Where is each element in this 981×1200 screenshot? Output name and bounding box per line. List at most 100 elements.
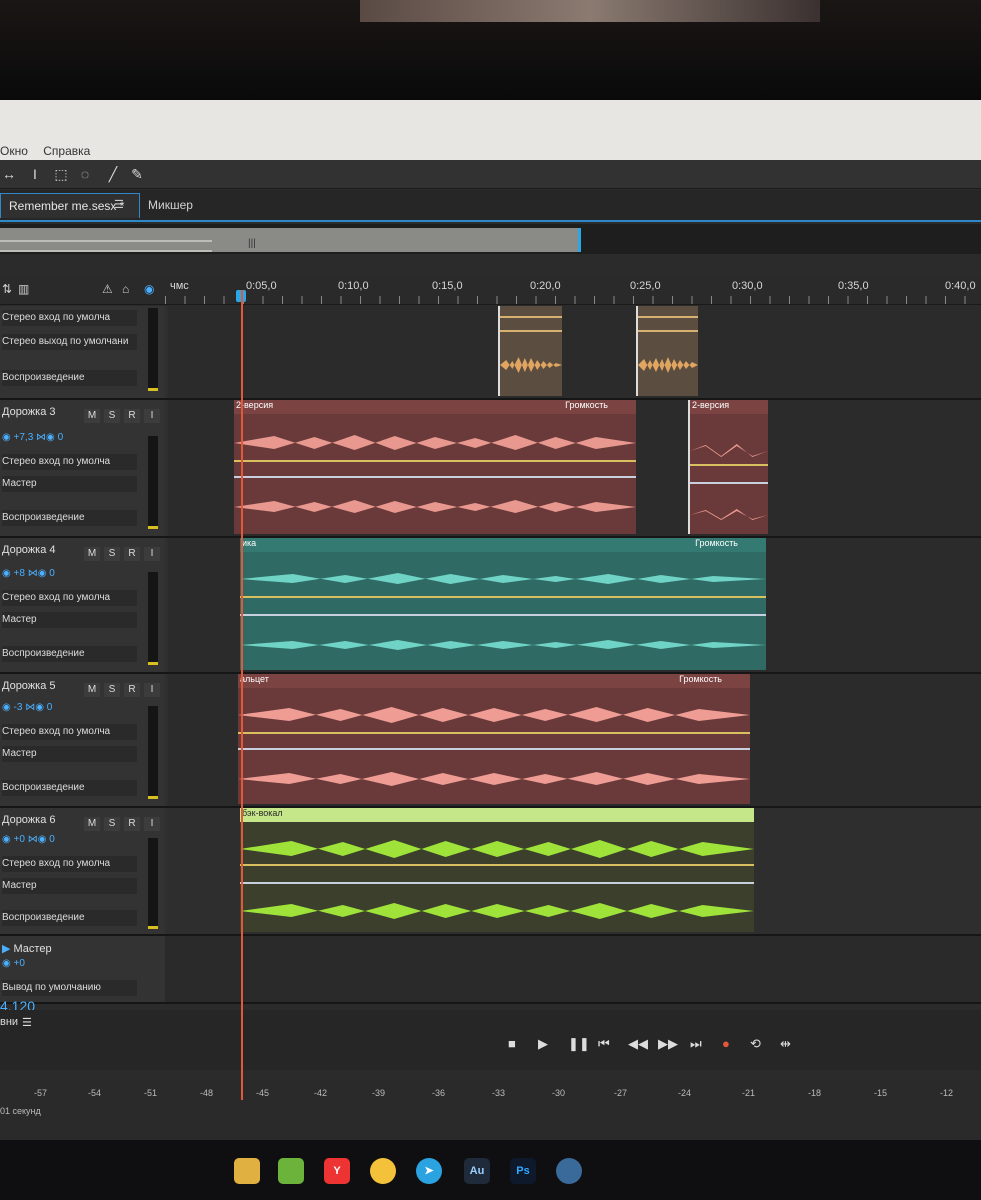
clip-volume-menu[interactable]: Громкость — [565, 400, 608, 410]
output-select[interactable]: Мастер — [2, 612, 137, 628]
ruler-tick: 0:05,0 — [246, 280, 277, 292]
fast-forward-button[interactable]: ▶▶ — [658, 1036, 678, 1052]
tab-mixer[interactable]: Микшер — [140, 193, 201, 217]
clip-title: ика — [242, 538, 257, 548]
photoshop-icon[interactable]: Ps — [510, 1158, 536, 1184]
effects-icon[interactable]: ▥ — [18, 282, 29, 296]
mute-button[interactable]: M — [84, 817, 100, 831]
lasso-icon[interactable]: ◌ — [76, 165, 94, 183]
audio-clip[interactable] — [636, 306, 698, 396]
panel-menu-icon[interactable]: ☰ — [22, 1016, 32, 1029]
track-lane[interactable]: 2-версия Громкость 2-версия — [168, 400, 981, 536]
mode-select[interactable]: Воспроизведение — [2, 370, 137, 386]
metronome-icon[interactable]: ⚠ — [102, 282, 113, 296]
solo-button[interactable]: S — [104, 409, 120, 423]
rewind-button[interactable]: ◀◀ — [628, 1036, 648, 1052]
monitor-input-button[interactable]: I — [144, 817, 160, 831]
master-name[interactable]: ▶ Мастер — [2, 942, 52, 955]
track-5: Дорожка 5 MSRI ◉ -3 ⋈◉ 0 Стерео вход по … — [0, 674, 981, 808]
input-select[interactable]: Стерео вход по умолча — [2, 310, 137, 326]
solo-button[interactable]: S — [104, 817, 120, 831]
playhead[interactable] — [241, 290, 243, 1100]
volume-knob[interactable]: ◉ -3 ⋈◉ 0 — [2, 702, 52, 713]
brush-icon[interactable]: ╱ — [104, 165, 122, 183]
solo-button[interactable]: S — [104, 547, 120, 561]
zoom-navigator-thumb[interactable]: ||| — [0, 228, 581, 252]
spot-healing-icon[interactable]: ✎ — [128, 165, 146, 183]
input-select[interactable]: Стерео вход по умолча — [2, 454, 137, 470]
time-selection-icon[interactable]: ↔ — [0, 165, 18, 183]
pause-button[interactable]: ❚❚ — [568, 1036, 590, 1052]
panel-menu-icon[interactable]: ☰ — [114, 198, 124, 211]
audition-icon[interactable]: Au — [464, 1158, 490, 1184]
levels-tick: -57 — [34, 1088, 48, 1098]
volume-knob[interactable]: ◉ +7,3 ⋈◉ 0 — [2, 432, 63, 443]
yandex-browser-icon[interactable]: Y — [324, 1158, 350, 1184]
output-select[interactable]: Мастер — [2, 878, 137, 894]
track-lane[interactable]: бэк-вокал — [168, 808, 981, 934]
arm-record-button[interactable]: R — [124, 409, 140, 423]
monitor-input-button[interactable]: I — [144, 409, 160, 423]
volume-knob[interactable]: ◉ +8 ⋈◉ 0 — [2, 568, 55, 579]
app-icon[interactable] — [556, 1158, 582, 1184]
audio-clip[interactable]: 2-версия Громкость — [234, 400, 636, 534]
track-lane[interactable]: альцет Громкость — [168, 674, 981, 806]
sends-icon[interactable]: ⌂ — [122, 282, 129, 296]
audio-clip[interactable]: альцет Громкость — [238, 674, 750, 804]
volume-knob[interactable]: ◉ +0 ⋈◉ 0 — [2, 834, 55, 845]
audio-clip[interactable]: бэк-вокал — [240, 808, 754, 932]
marquee-icon[interactable]: ⬚ — [52, 165, 70, 183]
text-cursor-icon[interactable]: I — [26, 165, 44, 183]
skip-selection-button[interactable]: ⇹ — [780, 1036, 791, 1052]
explorer-icon[interactable] — [234, 1158, 260, 1184]
track-name[interactable]: Дорожка 3 — [2, 406, 56, 418]
mode-select[interactable]: Воспроизведение — [2, 510, 137, 526]
output-select[interactable]: Стерео выход по умолчани — [2, 334, 137, 350]
record-button[interactable]: ● — [722, 1036, 730, 1051]
arm-record-button[interactable]: R — [124, 547, 140, 561]
input-output-icon[interactable]: ⇅ — [2, 282, 12, 296]
arm-record-button[interactable]: R — [124, 817, 140, 831]
monitor-input-button[interactable]: I — [144, 547, 160, 561]
input-select[interactable]: Стерео вход по умолча — [2, 856, 137, 872]
arm-record-button[interactable]: R — [124, 683, 140, 697]
track-name[interactable]: Дорожка 5 — [2, 680, 56, 692]
output-select[interactable]: Мастер — [2, 476, 137, 492]
track-lane[interactable]: ика Громкость — [168, 538, 981, 672]
audio-clip[interactable]: 2-версия — [688, 400, 768, 534]
monitor-input-button[interactable]: I — [144, 683, 160, 697]
audio-clip[interactable]: ика Громкость — [240, 538, 766, 670]
track-name[interactable]: Дорожка 4 — [2, 544, 56, 556]
clip-volume-menu[interactable]: Громкость — [679, 674, 722, 684]
mode-select[interactable]: Воспроизведение — [2, 780, 137, 796]
go-to-end-button[interactable]: ⏭ — [690, 1036, 702, 1052]
mute-button[interactable]: M — [84, 409, 100, 423]
mode-select[interactable]: Воспроизведение — [2, 646, 137, 662]
solo-button[interactable]: S — [104, 683, 120, 697]
timeline-ruler[interactable]: ⇅ ▥ ⚠ ⌂ ◉ чмс 0:05,0 0:10,0 0:15,0 0:20,… — [0, 276, 981, 305]
utorrent-icon[interactable] — [278, 1158, 304, 1184]
clip-volume-menu[interactable]: Громкость — [695, 538, 738, 548]
mute-button[interactable]: M — [84, 547, 100, 561]
mute-button[interactable]: M — [84, 683, 100, 697]
input-select[interactable]: Стерео вход по умолча — [2, 590, 137, 606]
menu-item-window[interactable]: Окно — [0, 144, 28, 158]
chrome-icon[interactable] — [370, 1158, 396, 1184]
master-output-select[interactable]: Вывод по умолчанию — [2, 980, 137, 996]
play-button[interactable]: ▶ — [538, 1036, 548, 1052]
loop-button[interactable]: ⟲ — [750, 1036, 761, 1052]
master-label: Мастер — [13, 943, 52, 955]
eq-icon[interactable]: ◉ — [144, 282, 154, 296]
menu-item-help[interactable]: Справка — [43, 144, 90, 158]
track-name[interactable]: Дорожка 6 — [2, 814, 56, 826]
clip-pan-line — [234, 476, 636, 478]
audio-clip[interactable] — [498, 306, 562, 396]
track-lane[interactable] — [168, 306, 981, 398]
go-to-start-button[interactable]: ⏮ — [598, 1036, 610, 1052]
mode-select[interactable]: Воспроизведение — [2, 910, 137, 926]
telegram-icon[interactable]: ➤ — [416, 1158, 442, 1184]
stop-button[interactable]: ■ — [508, 1036, 516, 1051]
input-select[interactable]: Стерео вход по умолча — [2, 724, 137, 740]
output-select[interactable]: Мастер — [2, 746, 137, 762]
master-volume-knob[interactable]: ◉ +0 — [2, 958, 25, 969]
